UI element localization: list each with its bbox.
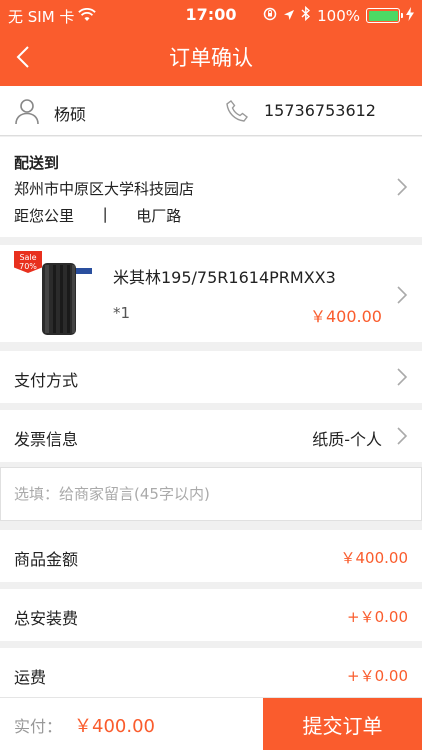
goods-amount-label: 商品金额 [14,550,79,569]
payment-label: 支付方式 [14,371,79,390]
battery-percent: 100% [317,6,360,25]
checkout-bar: 实付： ￥400.00 提交订单 [0,697,422,750]
goods-amount-row: 商品金额 ￥400.00 [0,530,422,582]
chevron-right-icon [396,177,408,197]
chevron-right-icon [396,426,408,446]
chevron-right-icon [396,285,408,305]
distance-info: 距您公里 | 电厂路 [14,205,181,226]
shipping-value: +￥0.00 [347,667,408,685]
store-name: 郑州市中原区大学科技园店 [14,180,195,198]
rotation-lock-icon [263,7,277,25]
charging-icon [406,6,414,25]
distance-text: 距您公里 [14,207,75,225]
message-box [0,467,422,521]
message-input[interactable] [2,469,420,519]
page-title: 订单确认 [169,46,253,70]
invoice-row[interactable]: 发票信息 纸质-个人 [0,410,422,462]
delivery-label: 配送到 [14,154,60,172]
contact-name: 杨硕 [54,105,87,124]
chevron-right-icon [396,367,408,387]
submit-order-button[interactable]: 提交订单 [263,698,422,750]
invoice-label: 发票信息 [14,430,79,449]
product-title: 米其林195/75R1614PRMXX3 [113,268,336,287]
paid-label: 实付： [14,717,63,736]
location-icon [283,7,295,25]
phone-icon [224,98,250,124]
paid-amount: ￥400.00 [74,716,155,737]
product-quantity: *1 [113,304,131,322]
invoice-value: 纸质-个人 [312,430,382,449]
goods-amount-value: ￥400.00 [340,549,409,567]
product-price: ￥400.00 [310,307,382,326]
tire-image: Sale 70% [14,251,96,337]
distance-gap-right [108,205,137,226]
user-icon [14,97,40,125]
product-item[interactable]: Sale 70% 米其林195/75R1614PRMXX3 *1 ￥400.00 [0,245,422,342]
battery-icon [366,8,403,23]
delivery-address[interactable]: 配送到 郑州市中原区大学科技园店 距您公里 | 电厂路 [0,137,422,237]
road-name: 电厂路 [136,207,182,225]
shipping-row: 运费 +￥0.00 [0,648,422,700]
contact-row: 杨硕 15736753612 [0,86,422,136]
distance-gap-left [74,205,103,226]
bluetooth-icon [301,5,311,25]
status-bar: 无 SIM 卡 17:00 100% [0,0,422,30]
shipping-label: 运费 [14,668,47,687]
app-header: 无 SIM 卡 17:00 100% 订单确认 [0,0,422,86]
payment-method-row[interactable]: 支付方式 [0,351,422,403]
contact-phone: 15736753612 [264,101,376,120]
install-fee-value: +￥0.00 [347,608,408,626]
install-fee-label: 总安装费 [14,609,79,628]
sale-badge-text: Sale [19,253,37,262]
install-fee-row: 总安装费 +￥0.00 [0,589,422,641]
